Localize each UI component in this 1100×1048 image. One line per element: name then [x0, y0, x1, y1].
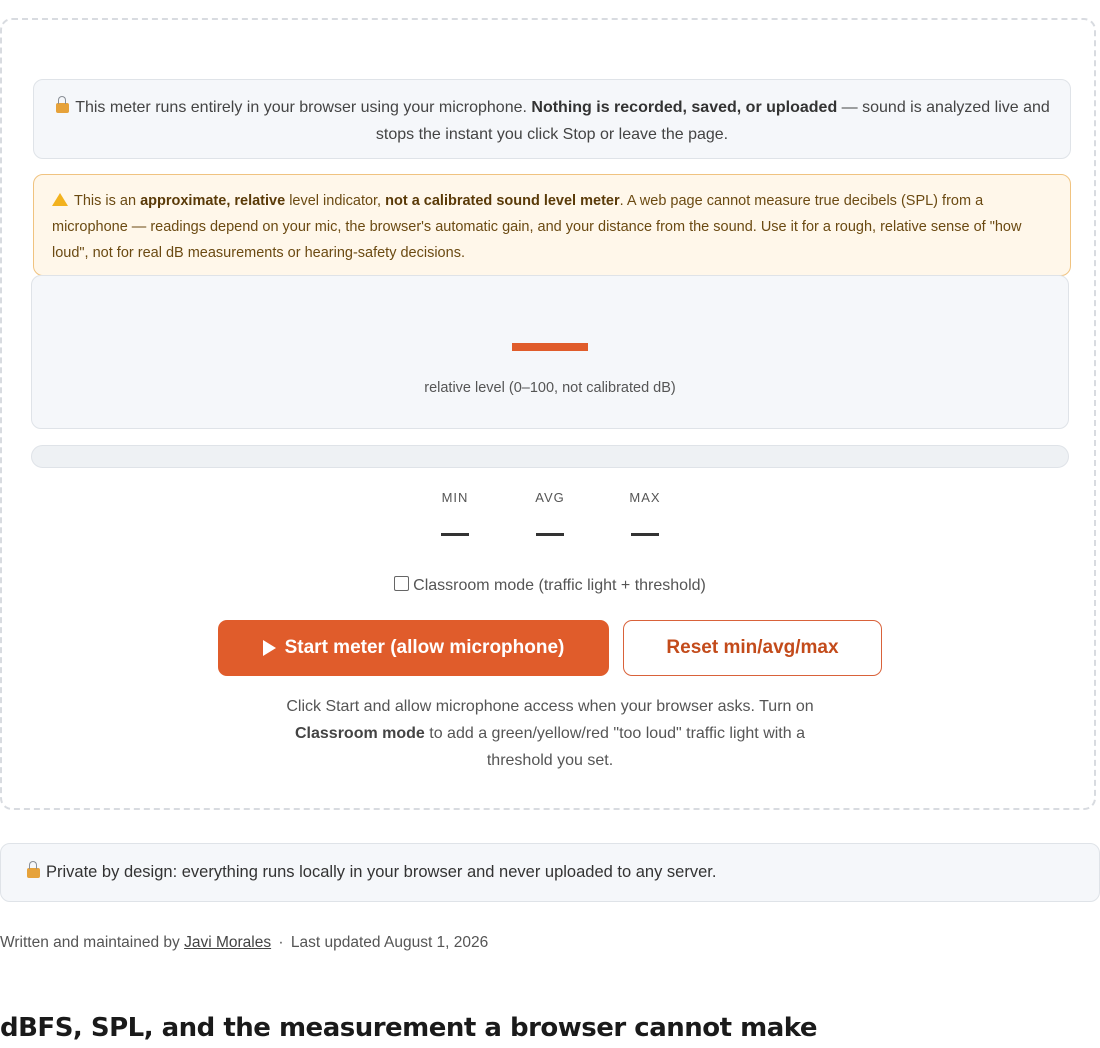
private-banner: Private by design: everything runs local… [0, 843, 1100, 902]
stat-max-value [631, 533, 659, 536]
stat-min: MIN [425, 490, 485, 536]
stat-avg-value [536, 533, 564, 536]
reset-stats-label: Reset min/avg/max [666, 637, 839, 658]
classroom-mode-label: Classroom mode (traffic light + threshol… [413, 577, 706, 594]
privacy-note-lead: This meter runs entirely in your browser… [75, 99, 527, 116]
classroom-mode-toggle[interactable]: Classroom mode (traffic light + threshol… [0, 576, 1100, 595]
byline-updated: Last updated August 1, 2026 [290, 934, 489, 951]
private-banner-text: Private by design: everything runs local… [46, 863, 717, 881]
level-bar [31, 445, 1069, 468]
stat-min-value [441, 533, 469, 536]
help-bold: Classroom mode [295, 725, 425, 742]
warning-icon [52, 193, 68, 206]
start-meter-label: Start meter (allow microphone) [284, 637, 565, 658]
help-text-2: to add a green/yellow/red "too loud" tra… [429, 725, 805, 769]
stat-max-label: MAX [629, 490, 661, 505]
lock-icon [27, 860, 40, 878]
byline: Written and maintained by Javi Morales ·… [0, 934, 488, 952]
privacy-note-emphasis: Nothing is recorded, saved, or uploaded [531, 99, 838, 116]
stat-max: MAX [615, 490, 675, 536]
warning-bold-1: approximate, relative [140, 193, 286, 209]
byline-prefix: Written and maintained by [0, 934, 180, 951]
section-heading: dBFS, SPL, and the measurement a browser… [0, 1013, 817, 1043]
byline-separator: · [278, 934, 284, 951]
start-meter-button[interactable]: Start meter (allow microphone) [218, 620, 609, 676]
classroom-mode-checkbox[interactable] [394, 576, 410, 591]
reset-stats-button[interactable]: Reset min/avg/max [623, 620, 882, 676]
level-readout-dash [512, 343, 588, 351]
author-link[interactable]: Javi Morales [184, 934, 271, 951]
calibration-warning: This is an approximate, relative level i… [33, 174, 1071, 276]
help-text: Click Start and allow microphone access … [260, 693, 840, 774]
privacy-note: This meter runs entirely in your browser… [33, 79, 1071, 159]
stat-avg-label: AVG [535, 490, 565, 505]
help-text-1: Click Start and allow microphone access … [286, 698, 814, 715]
level-display: relative level (0–100, not calibrated dB… [31, 275, 1069, 429]
warning-text-2: level indicator, [289, 193, 382, 209]
level-caption: relative level (0–100, not calibrated dB… [424, 380, 676, 396]
play-icon [262, 640, 276, 656]
warning-text-1: This is an [74, 193, 137, 209]
stat-avg: AVG [520, 490, 580, 536]
stat-min-label: MIN [441, 490, 469, 505]
lock-icon [56, 96, 70, 113]
warning-bold-2: not a calibrated sound level meter [385, 193, 620, 209]
